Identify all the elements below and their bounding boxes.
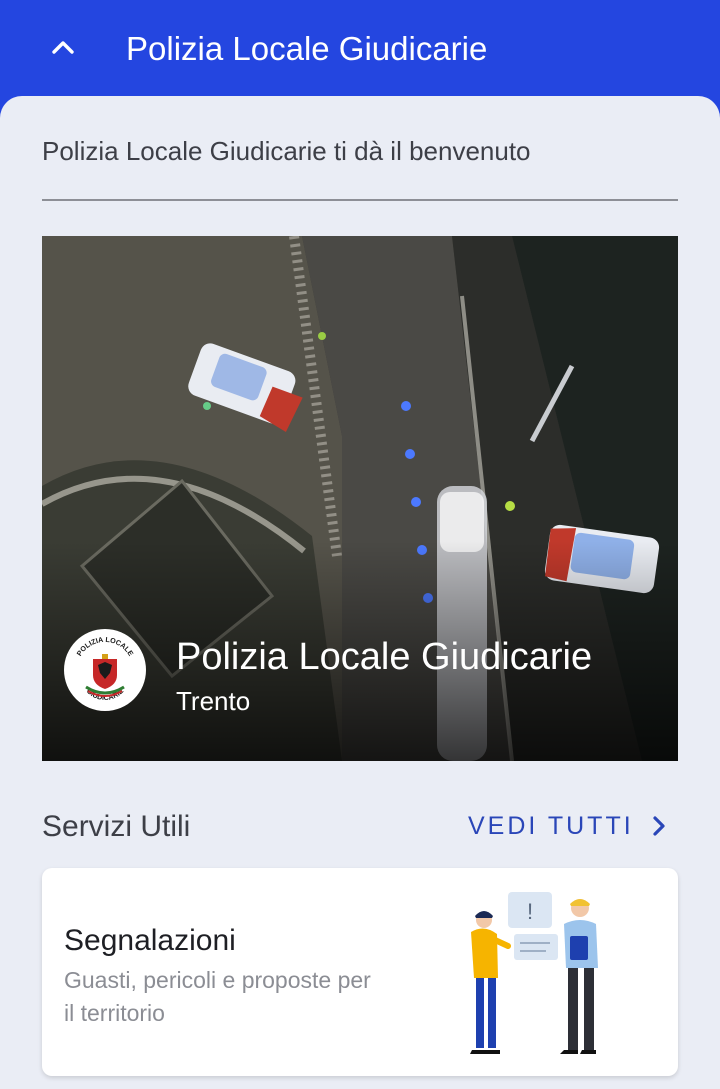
svg-text:!: ! xyxy=(527,899,533,924)
service-card-title: Segnalazioni xyxy=(64,924,236,957)
service-card-segnalazioni[interactable]: Segnalazioni Guasti, pericoli e proposte… xyxy=(42,868,678,1076)
hero-title: Polizia Locale Giudicarie xyxy=(176,636,593,678)
chevron-up-icon xyxy=(52,41,74,54)
services-heading: Servizi Utili xyxy=(42,810,191,843)
divider xyxy=(42,199,678,201)
welcome-message: Polizia Locale Giudicarie ti dà il benve… xyxy=(42,136,531,166)
report-illustration-icon: ! xyxy=(470,892,598,1054)
see-all-button[interactable]: VEDI TUTTI xyxy=(468,808,670,844)
police-logo: POLIZIA LOCALE GIUDICARIE xyxy=(64,629,146,711)
hero-subtitle: Trento xyxy=(176,686,251,716)
app-bar-title: Polizia Locale Giudicarie xyxy=(126,30,488,67)
see-all-label: VEDI TUTTI xyxy=(468,811,634,840)
collapse-button[interactable] xyxy=(40,22,86,72)
hero-card[interactable]: POLIZIA LOCALE GIUDICARIE Polizia Locale… xyxy=(42,236,678,761)
chevron-right-icon xyxy=(648,815,670,837)
app-bar: Polizia Locale Giudicarie xyxy=(0,0,720,96)
service-card-description: Guasti, pericoli e proposte per il terri… xyxy=(64,967,371,1026)
